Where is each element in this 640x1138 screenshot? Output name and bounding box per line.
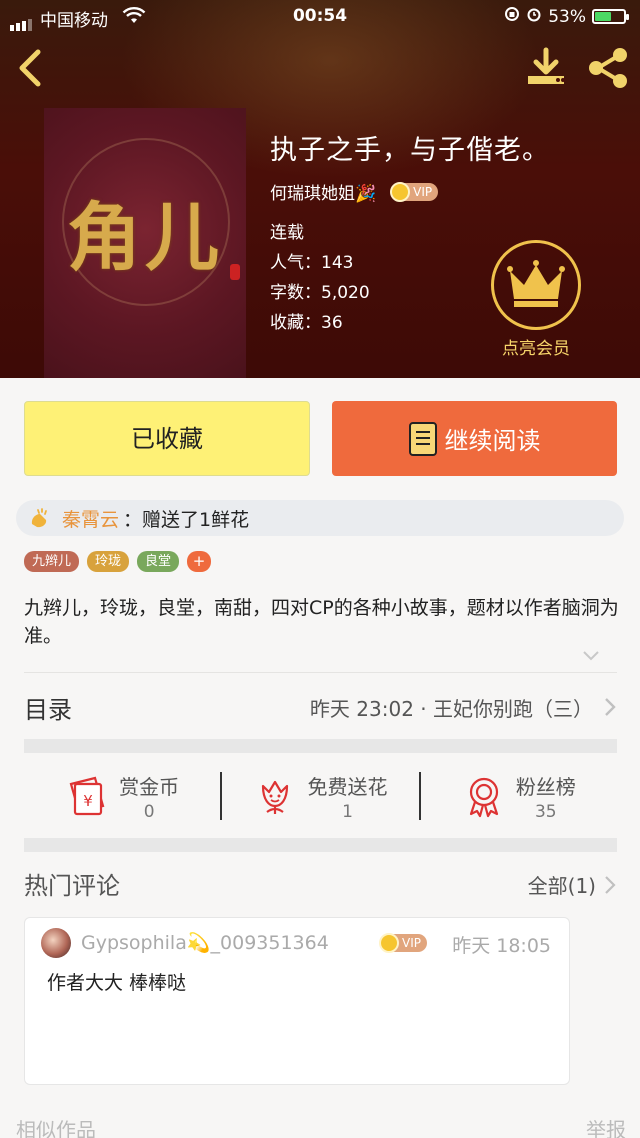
crown-icon	[390, 181, 411, 202]
chevron-right-icon	[605, 698, 616, 716]
member-label: 点亮会员	[502, 339, 570, 359]
share-button[interactable]	[584, 46, 632, 90]
crown-ring	[491, 240, 581, 330]
cover-title: 角儿	[67, 195, 223, 281]
comment-card[interactable]: Gypsophila💫_009351364 VIP 昨天 18:05 作者大大 …	[24, 917, 570, 1085]
comment-username[interactable]: Gypsophila💫_009351364	[81, 931, 329, 954]
back-button[interactable]	[14, 48, 48, 88]
chevron-down-icon	[583, 651, 599, 661]
stat-value: 35	[534, 801, 557, 822]
download-button[interactable]	[524, 46, 568, 90]
toc-label: 目录	[24, 695, 72, 724]
crown-icon	[379, 933, 399, 953]
stat-value: 1	[342, 801, 353, 822]
stats-row: ¥ 赏金币 0 免费送花 1 粉丝榜 35	[24, 762, 617, 830]
comment-time: 昨天 18:05	[452, 935, 551, 957]
all-comments-label: 全部(1)	[527, 874, 596, 898]
vip-badge: VIP	[379, 933, 427, 953]
hot-comments-title: 热门评论	[24, 872, 120, 900]
comment-text: 作者大大 棒棒哒	[47, 972, 187, 994]
cover-seal	[230, 264, 240, 280]
share-icon	[589, 48, 627, 88]
free-flower-button[interactable]: 免费送花 1	[222, 771, 418, 822]
download-icon	[528, 47, 565, 84]
author-row: 何瑞琪她姐🎉 VIP	[270, 179, 550, 204]
fan-ranking-button[interactable]: 粉丝榜 35	[421, 771, 617, 822]
reward-coins-button[interactable]: ¥ 赏金币 0	[24, 771, 220, 822]
book-icon	[408, 421, 437, 456]
section-separator	[24, 739, 617, 753]
stat-name: 免费送花	[307, 774, 388, 799]
gift-text: ：赠送了1鲜花	[123, 508, 250, 531]
alarm-icon	[526, 6, 542, 27]
vip-label: VIP	[402, 936, 421, 950]
book-header: 中国移动 00:54 53% 角儿 执子之手，与子偕老。 何瑞琪她姐🎉 VIP …	[0, 0, 640, 378]
book-title: 执子之手，与子偕老。	[270, 135, 550, 166]
favorited-button[interactable]: 已收藏	[24, 401, 310, 476]
member-button[interactable]: 点亮会员	[490, 240, 582, 359]
continue-reading-button[interactable]: 继续阅读	[332, 401, 617, 476]
divider	[24, 672, 617, 673]
avatar[interactable]	[41, 928, 71, 958]
chevron-left-icon	[19, 49, 41, 87]
book-cover[interactable]: 角儿	[44, 108, 246, 378]
flower-icon	[262, 780, 289, 814]
all-comments-link[interactable]: 全部(1)	[528, 870, 616, 899]
stat-name: 粉丝榜	[515, 774, 576, 799]
table-of-contents-row[interactable]: 目录 昨天 23:02 · 王妃你别跑（三）	[24, 686, 617, 728]
status-bar: 中国移动 00:54 53%	[0, 0, 640, 34]
red-envelope-icon: ¥	[69, 776, 105, 816]
clap-icon	[31, 508, 47, 528]
latest-chapter: 昨天 23:02 · 王妃你别跑（三）	[309, 696, 593, 721]
svg-text:¥: ¥	[83, 792, 93, 810]
tag-item[interactable]: 良堂	[137, 551, 180, 572]
rotation-lock-icon	[504, 6, 520, 27]
tag-item[interactable]: 九辫儿	[24, 551, 80, 572]
report-link[interactable]: 举报	[586, 1114, 626, 1138]
stat-value: 0	[143, 801, 155, 822]
expand-description-button[interactable]	[581, 648, 601, 664]
author-name[interactable]: 何瑞琪她姐🎉	[270, 179, 376, 204]
book-description: 九辫儿，玲珑，良堂，南甜，四对CP的各种小故事，题材以作者脑洞为准。	[24, 597, 619, 647]
chevron-right-icon	[605, 875, 616, 894]
tag-list: 九辫儿 玲珑 良堂 +	[24, 551, 212, 572]
section-separator	[24, 838, 617, 852]
medal-icon	[469, 777, 498, 818]
crown-icon	[507, 260, 565, 307]
battery-percent: 53%	[548, 6, 586, 27]
similar-works-title: 相似作品	[16, 1118, 96, 1138]
gift-notice-bar[interactable]: 秦霄云 ：赠送了1鲜花	[16, 500, 624, 536]
add-tag-button[interactable]: +	[187, 551, 212, 572]
vip-label: VIP	[413, 184, 433, 199]
status-right: 53%	[504, 6, 629, 27]
stat-name: 赏金币	[119, 774, 180, 799]
battery-icon	[592, 9, 629, 24]
gift-sender[interactable]: 秦霄云	[62, 505, 119, 532]
vip-badge: VIP	[390, 181, 439, 202]
continue-reading-label: 继续阅读	[444, 427, 541, 455]
tag-item[interactable]: 玲珑	[87, 551, 130, 572]
